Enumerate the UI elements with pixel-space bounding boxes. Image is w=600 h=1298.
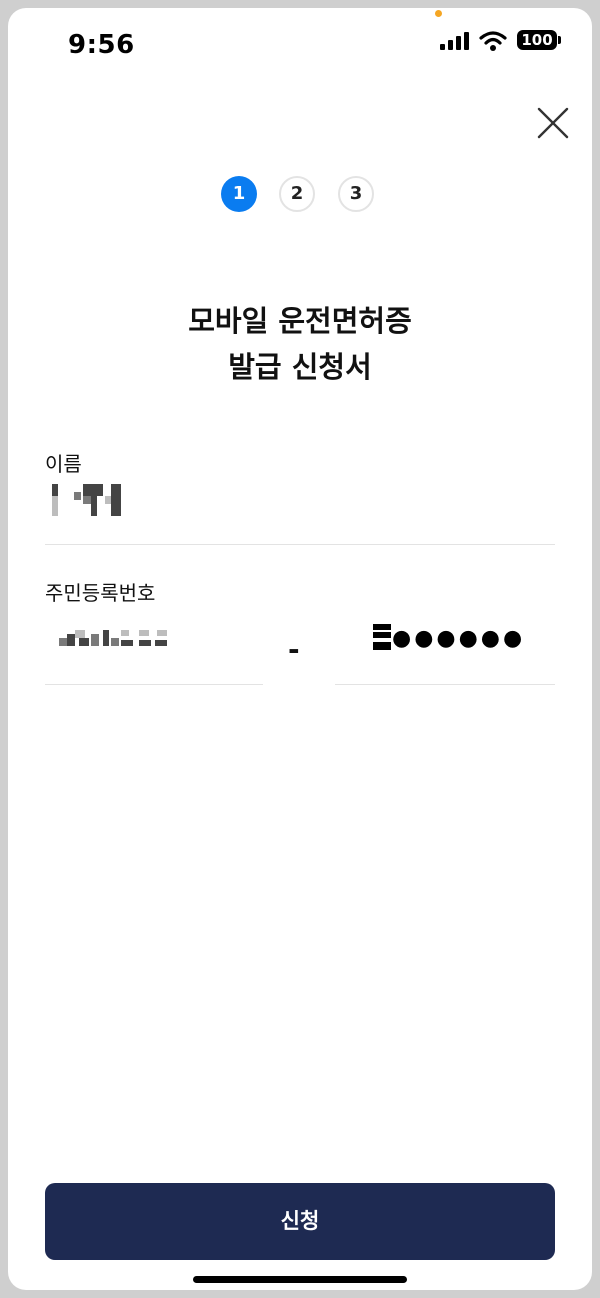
home-indicator[interactable] [193,1276,407,1283]
name-label: 이름 [45,452,82,476]
battery-tip [558,36,561,44]
rrn-back-masked: ●●●●●● [392,626,526,651]
wifi-icon [479,31,507,51]
rrn-label: 주민등록번호 [45,581,156,605]
step-3: 3 [338,176,374,212]
step-2: 2 [279,176,315,212]
rrn-front-underline [45,684,263,685]
battery-icon: 100 [517,30,557,50]
status-time: 9:56 [68,30,135,60]
rrn-front-field[interactable] [45,618,263,684]
page-title-line2: 발급 신청서 [228,350,372,384]
step-1: 1 [221,176,257,212]
app-screen: 9:56 100 1 2 3 모바일 운전면허증 발급 신청서 이름 주민등록번… [8,8,592,1290]
rrn-front-value-redacted [59,630,179,650]
rrn-back-first-digit-redacted [373,624,393,652]
cellular-signal-icon [440,32,469,50]
rrn-separator: - [288,633,300,666]
close-button[interactable] [534,104,572,142]
rrn-back-underline [335,684,555,685]
name-field[interactable] [45,478,555,544]
page-title-line1: 모바일 운전면허증 [188,304,412,338]
name-value-redacted [45,484,145,520]
submit-button[interactable]: 신청 [45,1183,555,1260]
camera-indicator-dot [435,10,442,17]
name-field-underline [45,544,555,545]
close-icon [537,107,569,139]
